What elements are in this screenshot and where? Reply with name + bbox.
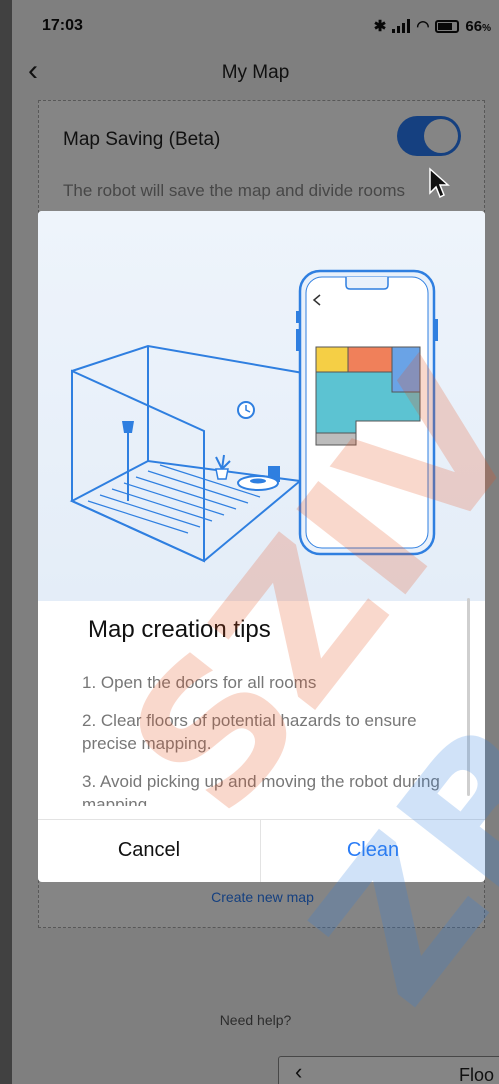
plant-icon	[215, 454, 231, 480]
lamp-icon	[122, 421, 134, 501]
clock-icon	[237, 401, 255, 419]
tip-item: 1. Open the doors for all rooms	[82, 673, 317, 692]
mouse-cursor-icon	[429, 167, 450, 199]
room-mapping-illustration	[69, 269, 438, 563]
room-wall-back	[71, 344, 305, 484]
tips-list: 1. Open the doors for all rooms 2. Clear…	[82, 671, 462, 806]
dialog-scrollbar[interactable]	[467, 598, 470, 796]
tip-item: 2. Clear floors of potential hazards to …	[82, 711, 417, 753]
floor-pattern	[87, 464, 261, 534]
map-tips-dialog: Map creation tips 1. Open the doors for …	[38, 211, 485, 882]
dialog-title: Map creation tips	[88, 616, 271, 643]
robot-vacuum-icon	[237, 466, 280, 491]
cancel-button[interactable]: Cancel	[38, 819, 260, 882]
tip-item: 3. Avoid picking up and moving the robot…	[82, 772, 440, 806]
clean-button[interactable]: Clean	[261, 819, 485, 882]
illustration-area	[38, 211, 485, 601]
